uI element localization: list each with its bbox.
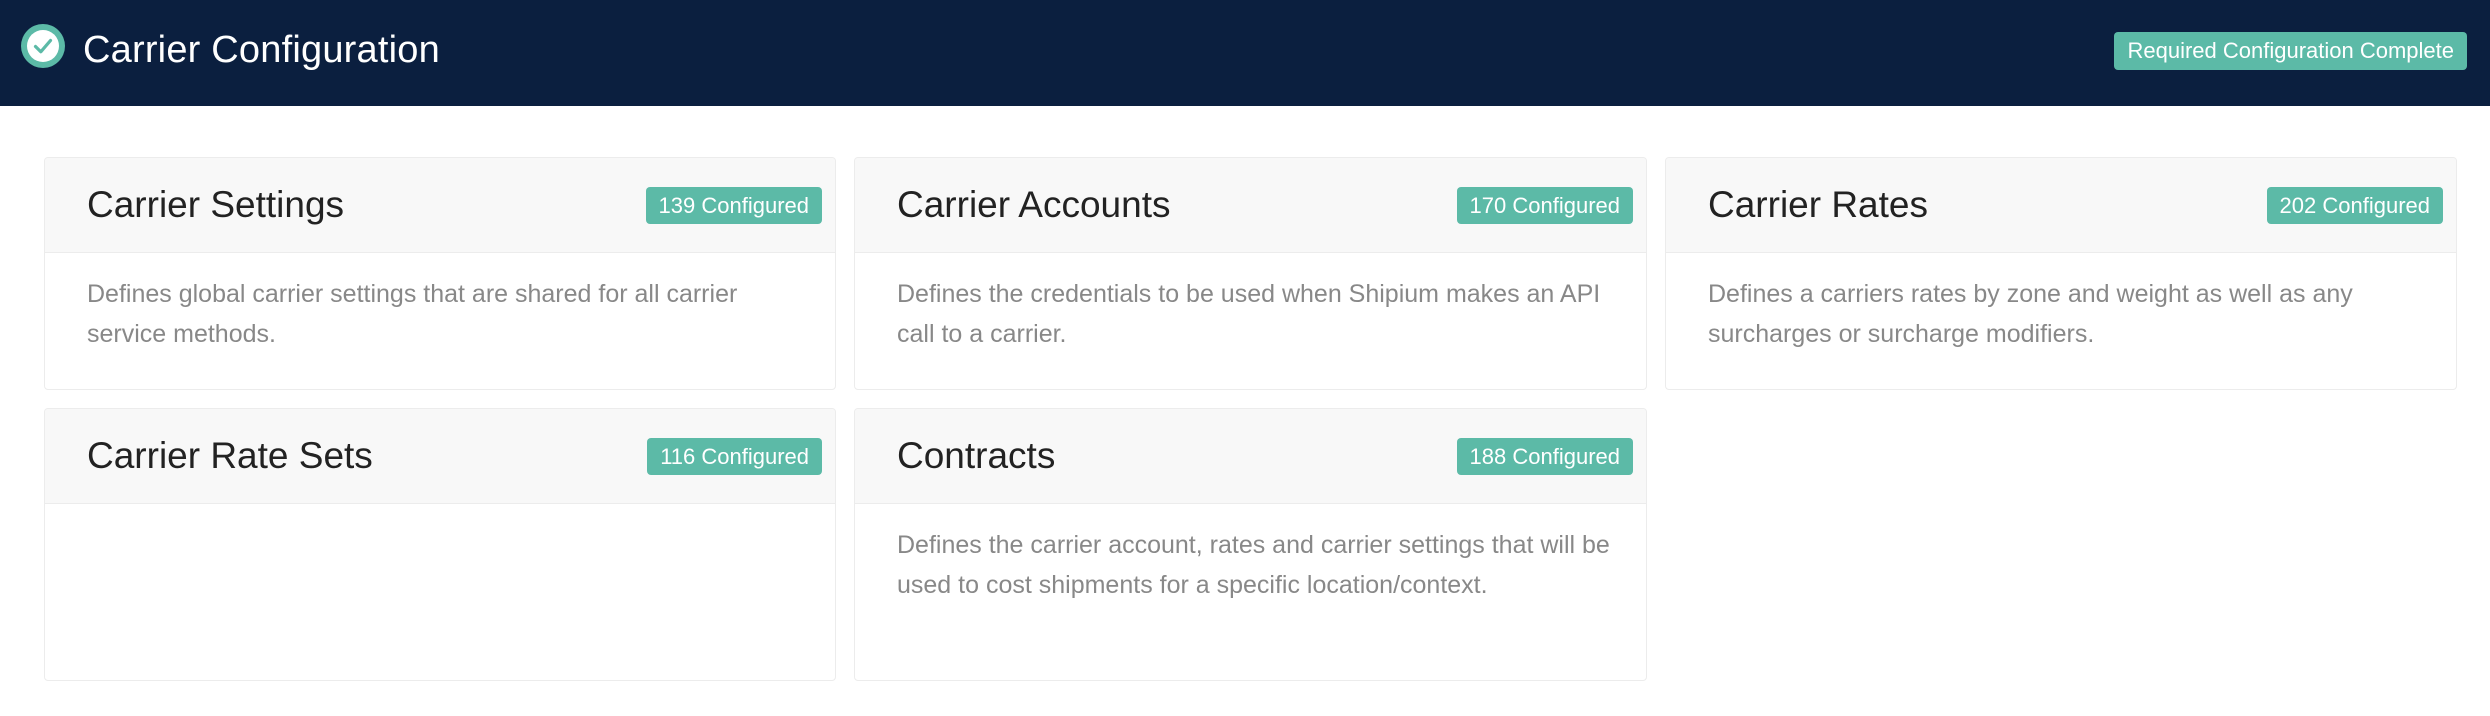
check-circle-icon xyxy=(21,24,65,68)
configured-count-badge: 170 Configured xyxy=(1456,187,1633,224)
card-header: Carrier Rate Sets 116 Configured xyxy=(45,409,835,504)
card-carrier-settings[interactable]: Carrier Settings 139 Configured Defines … xyxy=(44,157,836,390)
configured-count-badge: 202 Configured xyxy=(2266,187,2443,224)
card-header: Carrier Settings 139 Configured xyxy=(45,158,835,253)
card-description: Defines the carrier account, rates and c… xyxy=(897,531,1610,599)
configured-count-badge: 139 Configured xyxy=(645,187,822,224)
card-header: Carrier Rates 202 Configured xyxy=(1666,158,2456,253)
card-title: Carrier Rates xyxy=(1708,184,1928,225)
card-carrier-rates[interactable]: Carrier Rates 202 Configured Defines a c… xyxy=(1665,157,2457,390)
card-carrier-rate-sets[interactable]: Carrier Rate Sets 116 Configured xyxy=(44,408,836,681)
card-description: Defines the credentials to be used when … xyxy=(897,280,1601,348)
card-title: Contracts xyxy=(897,435,1056,476)
card-description: Defines global carrier settings that are… xyxy=(87,280,738,348)
card-carrier-accounts[interactable]: Carrier Accounts 170 Configured Defines … xyxy=(854,157,1647,390)
card-contracts[interactable]: Contracts 188 Configured Defines the car… xyxy=(854,408,1647,681)
card-header: Carrier Accounts 170 Configured xyxy=(855,158,1646,253)
card-title: Carrier Rate Sets xyxy=(87,435,373,476)
card-title: Carrier Accounts xyxy=(897,184,1171,225)
configuration-status-badge: Required Configuration Complete xyxy=(2114,32,2467,70)
configured-count-badge: 188 Configured xyxy=(1456,438,1633,475)
page-title: Carrier Configuration xyxy=(83,29,440,71)
card-header: Contracts 188 Configured xyxy=(855,409,1646,504)
card-description: Defines a carriers rates by zone and wei… xyxy=(1708,280,2353,348)
top-navigation-bar: Carrier Configuration Required Configura… xyxy=(0,0,2490,106)
configured-count-badge: 116 Configured xyxy=(647,438,822,475)
card-title: Carrier Settings xyxy=(87,184,345,225)
